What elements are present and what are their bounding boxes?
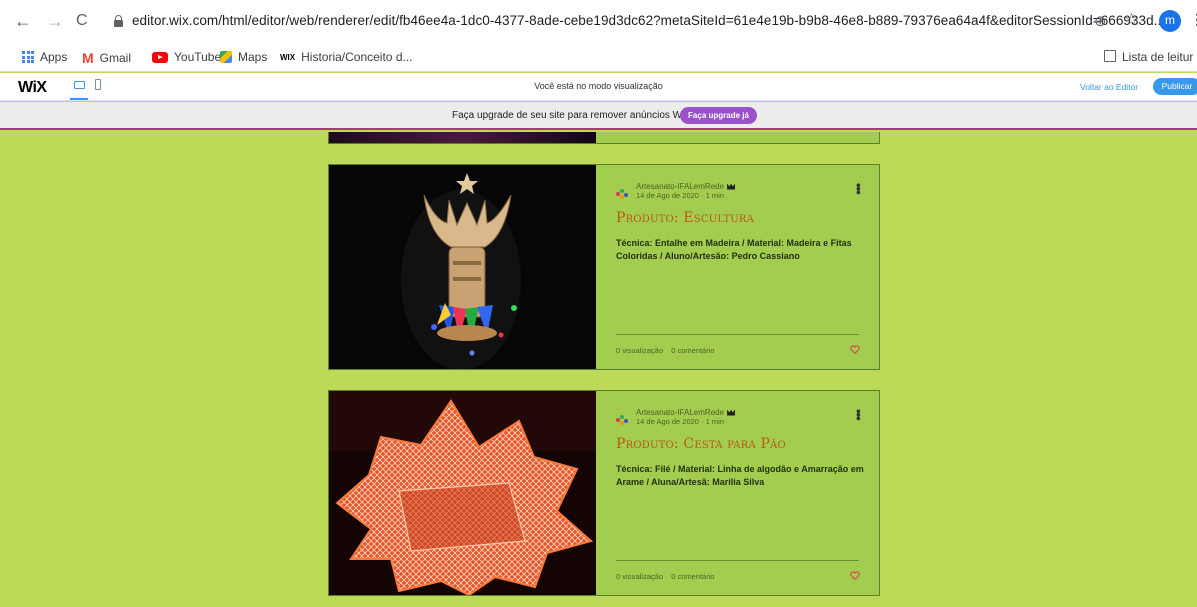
author-avatar[interactable]	[616, 189, 630, 199]
upgrade-banner-text: Faça upgrade de seu site para remover an…	[452, 110, 690, 121]
bookmark-label: Maps	[238, 50, 268, 64]
bookmark-historia[interactable]: WIX Historia/Conceito d...	[280, 50, 413, 64]
bookmark-label: Historia/Conceito d...	[301, 50, 413, 64]
blog-post-card[interactable]: Artesanato-IFALemRede 14 de Ago de 2020 …	[328, 390, 880, 596]
post-comments[interactable]: 0 comentário	[671, 346, 714, 355]
post-meta: 14 de Ago de 2020 · 1 min	[636, 417, 724, 426]
reading-list-label: Lista de leitur	[1122, 50, 1194, 64]
wix-favicon-icon: WIX	[280, 52, 296, 62]
author-name-text[interactable]: Artesanato-IFALemRede	[636, 182, 724, 191]
post-views: 0 visualização	[616, 572, 664, 581]
reading-list-button[interactable]: Lista de leitur	[1104, 50, 1193, 64]
post-divider	[616, 334, 859, 335]
blog-post-card[interactable]: Artesanato-IFALemRede 14 de Ago de 2020 …	[328, 164, 880, 370]
upgrade-button[interactable]: Faça upgrade já	[680, 107, 757, 124]
bookmark-apps[interactable]: Apps	[22, 50, 67, 64]
apps-grid-icon	[22, 51, 34, 63]
like-heart-icon[interactable]	[850, 571, 860, 580]
bookmark-label: YouTube	[174, 50, 222, 64]
post-read-time: 1 min	[705, 417, 725, 426]
crown-icon	[727, 409, 736, 416]
post-body: Artesanato-IFALemRede 14 de Ago de 2020 …	[596, 391, 879, 595]
author-avatar[interactable]	[616, 415, 630, 425]
post-meta: 14 de Ago de 2020 · 1 min	[636, 191, 724, 200]
browser-toolbar: ← → C editor.wix.com/html/editor/web/ren…	[0, 0, 1197, 44]
bookmark-star-icon[interactable]: ☆	[1124, 10, 1139, 30]
post-read-time: 1 min	[705, 191, 725, 200]
upgrade-banner: Faça upgrade de seu site para remover an…	[0, 102, 1197, 130]
blog-feed: Artesanato-IFALemRede 14 de Ago de 2020 …	[0, 132, 1197, 607]
bookmark-label: Apps	[40, 50, 68, 64]
wix-preview-bar: WiX Você está no modo visualização Volta…	[0, 73, 1197, 101]
post-cover-image[interactable]	[329, 165, 596, 369]
post-options-menu-icon[interactable]: •••	[851, 409, 866, 420]
post-excerpt[interactable]: Técnica: Filé / Material: Linha de algod…	[616, 463, 871, 489]
like-heart-icon[interactable]	[850, 345, 860, 354]
previous-post-image[interactable]	[329, 132, 596, 143]
crown-icon	[727, 183, 736, 190]
bookmark-gmail[interactable]: M Gmail	[82, 50, 131, 66]
youtube-icon	[152, 51, 168, 63]
bookmark-label: Gmail	[99, 51, 132, 65]
post-author[interactable]: Artesanato-IFALemRede	[636, 408, 736, 417]
lock-icon[interactable]	[114, 15, 123, 27]
post-stats: 0 visualização 0 comentário	[616, 346, 721, 355]
reading-list-icon	[1104, 50, 1116, 62]
profile-avatar[interactable]: m	[1159, 10, 1181, 32]
post-author[interactable]: Artesanato-IFALemRede	[636, 182, 736, 191]
post-body: Artesanato-IFALemRede 14 de Ago de 2020 …	[596, 165, 879, 369]
post-cover-image[interactable]	[329, 391, 596, 595]
post-views: 0 visualização	[616, 346, 664, 355]
back-icon[interactable]: ←	[14, 12, 32, 30]
post-excerpt[interactable]: Técnica: Entalhe em Madeira / Material: …	[616, 237, 871, 263]
publish-button[interactable]: Publicar	[1153, 78, 1197, 95]
bookmarks-bar: Apps M Gmail YouTube Maps WIX Historia/C…	[0, 44, 1197, 72]
post-date: 14 de Ago de 2020	[636, 417, 699, 426]
post-date: 14 de Ago de 2020	[636, 191, 699, 200]
url-text[interactable]: editor.wix.com/html/editor/web/renderer/…	[132, 13, 1165, 28]
previous-post-card[interactable]	[328, 132, 880, 144]
post-comments[interactable]: 0 comentário	[671, 572, 714, 581]
chrome-menu-icon[interactable]: ⋮	[1190, 11, 1197, 28]
zoom-icon[interactable]: ⊕	[1094, 12, 1107, 30]
author-name-text[interactable]: Artesanato-IFALemRede	[636, 408, 724, 417]
reload-icon[interactable]: C	[76, 12, 88, 30]
active-view-indicator	[70, 98, 88, 100]
post-options-menu-icon[interactable]: •••	[851, 183, 866, 194]
post-title[interactable]: Produto: Cesta para Pão	[616, 436, 786, 452]
post-divider	[616, 560, 859, 561]
post-stats: 0 visualização 0 comentário	[616, 572, 721, 581]
maps-icon	[220, 51, 232, 63]
gmail-icon: M	[82, 50, 94, 66]
bookmark-maps[interactable]: Maps	[220, 50, 267, 64]
bookmark-youtube[interactable]: YouTube	[152, 50, 221, 64]
forward-icon[interactable]: →	[46, 12, 64, 30]
preview-mode-message: Você está no modo visualização	[534, 81, 663, 91]
address-bar[interactable]: editor.wix.com/html/editor/web/renderer/…	[102, 8, 1165, 36]
post-title[interactable]: Produto: Escultura	[616, 210, 754, 226]
back-to-editor-link[interactable]: Voltar ao Editor	[1080, 82, 1138, 92]
